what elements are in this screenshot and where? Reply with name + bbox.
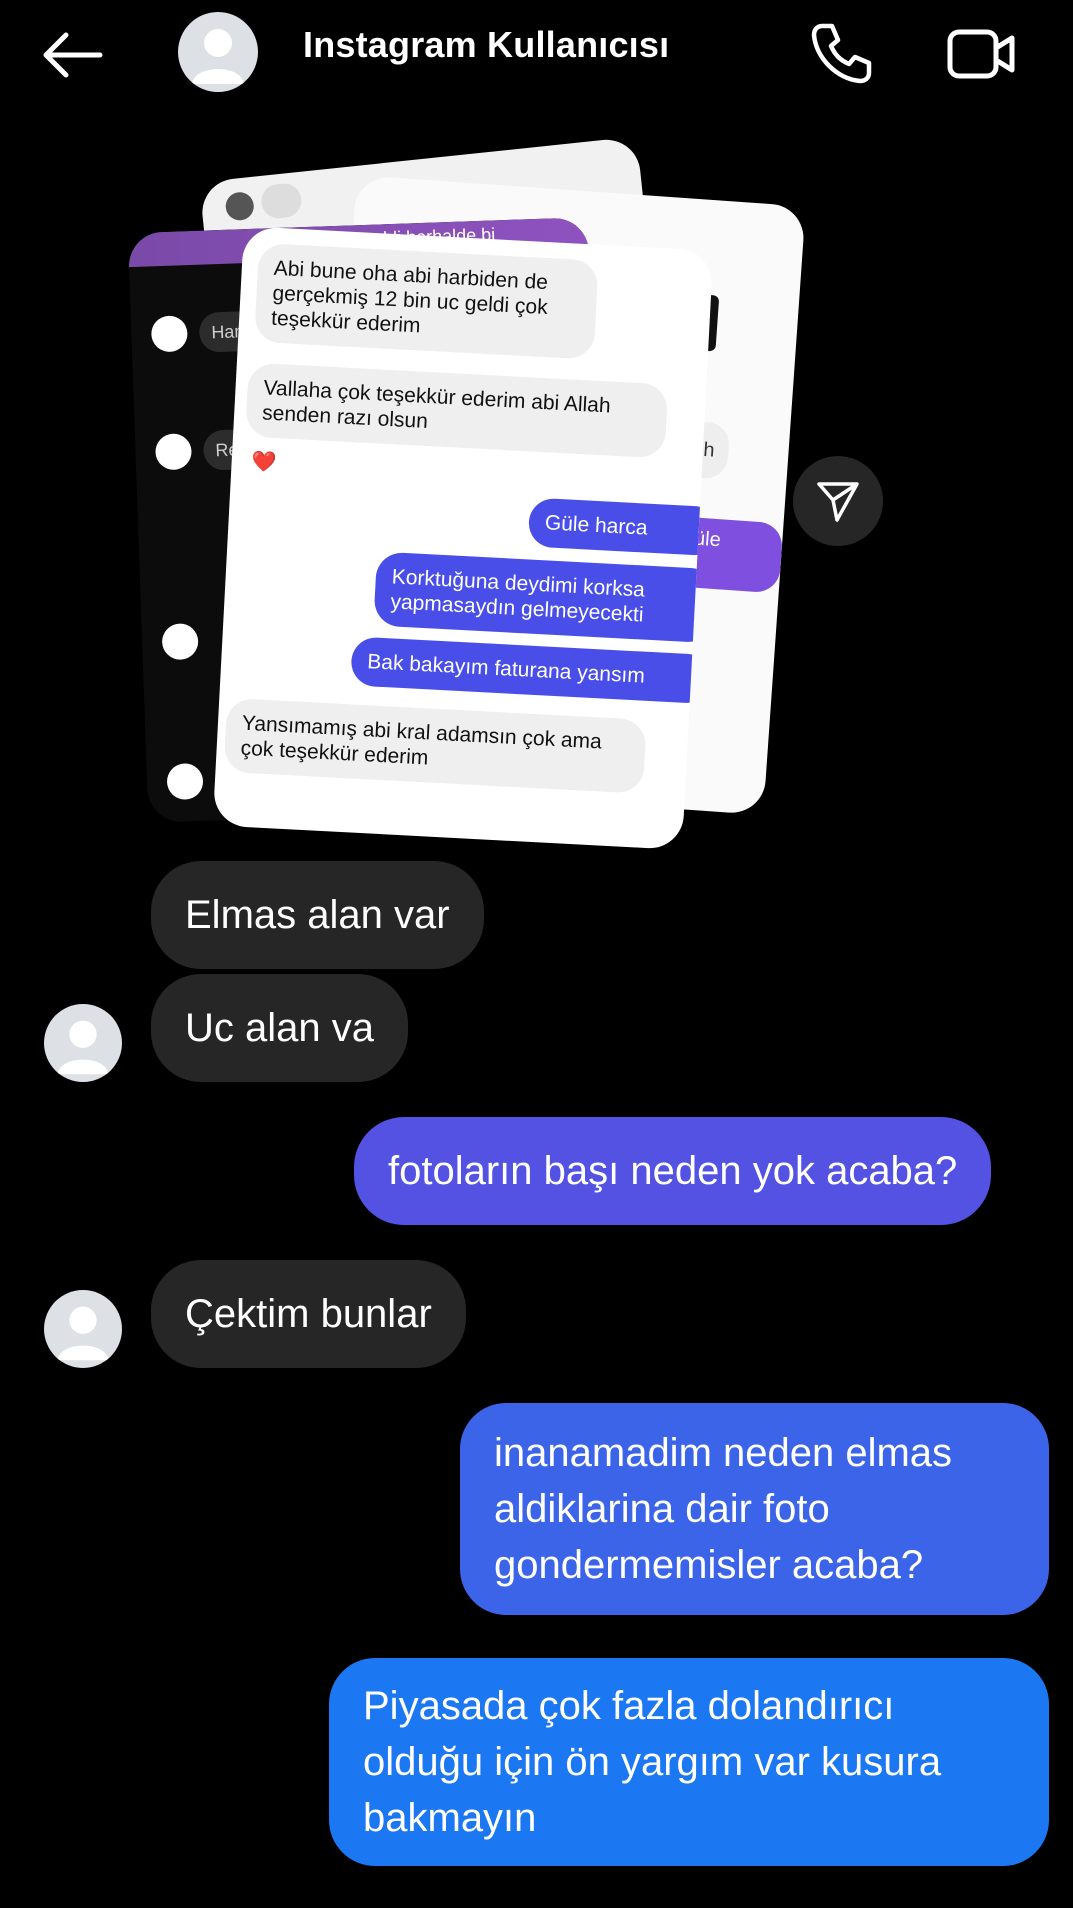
incoming-message[interactable]: Elmas alan var [151,861,484,969]
card-message: Korktuğuna deydimi korksa yapmasaydın ge… [373,551,714,644]
card-dark-avatar [161,623,199,661]
send-icon [817,482,859,522]
outgoing-message[interactable]: fotoların başı neden yok acaba? [354,1117,992,1225]
heart-reaction-icon: ❤️ [251,450,278,475]
shared-photo-stack[interactable]: ler h e güle ...ldi herhalde bi Ham Re A… [0,0,1073,860]
card-bubble [259,181,304,220]
card-dark-avatar [150,315,188,353]
outgoing-message[interactable]: Piyasada çok fazla dolandırıcı olduğu iç… [329,1658,1049,1866]
card-dark-avatar [166,762,204,801]
card-message: Vallaha çok teşekkür ederim abi Allah se… [245,362,669,459]
incoming-message[interactable]: Uc alan va [151,974,408,1082]
card-dark-avatar [154,433,193,471]
card-message: Yansımamış abi kral adamsın çok ama çok … [223,697,647,794]
sender-avatar[interactable] [44,1004,122,1082]
incoming-message[interactable]: Çektim bunlar [151,1260,466,1368]
card-dark-row: Ham [150,310,263,358]
card-message: Abi bune oha abi harbiden de gerçekmiş 1… [253,242,599,360]
card-message: Bak bakayım faturana yansım [350,636,713,705]
card-avatar [224,190,256,222]
sender-avatar[interactable] [44,1290,122,1368]
photo-card-front: Abi bune oha abi harbiden de gerçekmiş 1… [212,226,714,850]
share-button[interactable] [793,456,883,546]
outgoing-message[interactable]: inanamadim neden elmas aldiklarina dair … [460,1403,1049,1615]
card-message: Güle harca [527,497,714,557]
